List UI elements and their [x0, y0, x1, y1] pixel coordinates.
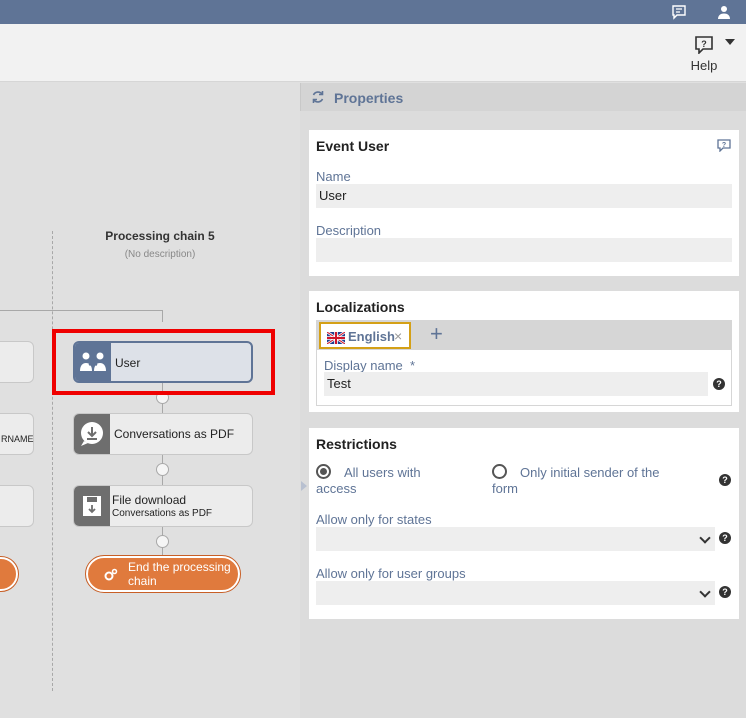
chain-description: (No description) [124, 249, 196, 260]
properties-title: Properties [334, 90, 404, 106]
toolbar: ? Help [0, 24, 746, 82]
radio-initial-sender-label-line1: Only initial sender of the [520, 465, 660, 480]
localizations-title: Localizations [316, 299, 405, 315]
chain-divider [52, 231, 53, 691]
top-bar [0, 0, 746, 24]
question-icon[interactable]: ? [719, 532, 731, 544]
display-name-input[interactable]: Test [324, 372, 708, 396]
node-label: End the processing chain [128, 560, 231, 588]
radio-all-users-label-line1: All users with [344, 465, 421, 480]
node-label: File download [112, 493, 187, 507]
states-select[interactable] [316, 527, 715, 551]
node-sublabel: Conversations as PDF [112, 508, 213, 519]
connector-dot[interactable] [156, 463, 169, 476]
left-chain-node[interactable]: RNAME [0, 413, 34, 455]
user-groups-select[interactable] [316, 581, 715, 605]
help-icon[interactable]: ? [717, 139, 731, 152]
selection-highlight [52, 329, 275, 395]
left-node-label: RNAME [1, 434, 34, 444]
left-chain-node[interactable] [0, 485, 34, 527]
help-label: Help [690, 58, 718, 73]
file-save-icon [74, 486, 110, 526]
localization-body: Display name * Test ? [316, 350, 732, 406]
question-icon[interactable]: ? [713, 378, 725, 390]
question-icon[interactable]: ? [719, 474, 731, 486]
radio-all-users-label-line2: access [316, 481, 357, 496]
event-title: Event User [316, 138, 390, 154]
tab-english[interactable]: English × [319, 322, 411, 349]
tab-label: English [348, 329, 395, 344]
left-chain-node[interactable] [0, 341, 34, 383]
panel-collapse-arrow-icon[interactable] [301, 481, 307, 491]
display-name-label: Display name * [324, 358, 416, 373]
chevron-down-icon [699, 532, 711, 544]
description-input[interactable] [316, 238, 732, 262]
restrictions-card: Restrictions All users with access Only … [309, 428, 739, 619]
refresh-icon[interactable] [311, 90, 325, 104]
localizations-card: Localizations English × + Display name *… [309, 291, 739, 412]
svg-text:?: ? [722, 142, 726, 149]
node-conversations-pdf[interactable]: Conversations as PDF [73, 413, 253, 455]
question-icon[interactable]: ? [719, 586, 731, 598]
radio-initial-sender-label-line2: form [492, 481, 518, 496]
node-file-download[interactable]: File download Conversations as PDF [73, 485, 253, 527]
add-language-button[interactable]: + [430, 322, 443, 346]
name-input[interactable]: User [316, 184, 732, 208]
description-label: Description [316, 223, 382, 238]
user-account-icon[interactable] [716, 4, 732, 20]
connector-line [0, 310, 163, 311]
radio-all-users[interactable] [316, 464, 331, 479]
uk-flag-icon [327, 332, 345, 344]
svg-text:?: ? [701, 39, 707, 49]
user-groups-label: Allow only for user groups [316, 566, 466, 581]
radio-initial-sender[interactable] [492, 464, 507, 479]
help-dropdown-chevron-icon[interactable] [725, 39, 735, 45]
process-canvas[interactable]: Processing chain 5 (No description) RNAM… [0, 83, 300, 718]
help-button[interactable]: ? Help [684, 34, 726, 74]
node-end-processing-chain[interactable]: End the processing chain [85, 555, 241, 593]
chat-icon[interactable] [671, 4, 687, 20]
chevron-down-icon [699, 586, 711, 598]
download-bubble-icon [74, 414, 110, 454]
states-label: Allow only for states [316, 512, 432, 527]
language-tab-bar: English × + [316, 320, 732, 350]
gears-icon [104, 568, 118, 581]
help-icon: ? [695, 36, 713, 54]
chain-title: Processing chain 5 [105, 229, 215, 243]
event-card: Event User ? Name User Description [309, 130, 739, 276]
close-icon[interactable]: × [394, 328, 402, 344]
connector-line [162, 310, 163, 322]
properties-header: Properties [300, 83, 746, 111]
restrictions-title: Restrictions [316, 436, 397, 452]
node-label: Conversations as PDF [114, 427, 235, 441]
connector-dot[interactable] [156, 535, 169, 548]
left-chain-end-node[interactable] [0, 556, 19, 592]
name-label: Name [316, 169, 351, 184]
